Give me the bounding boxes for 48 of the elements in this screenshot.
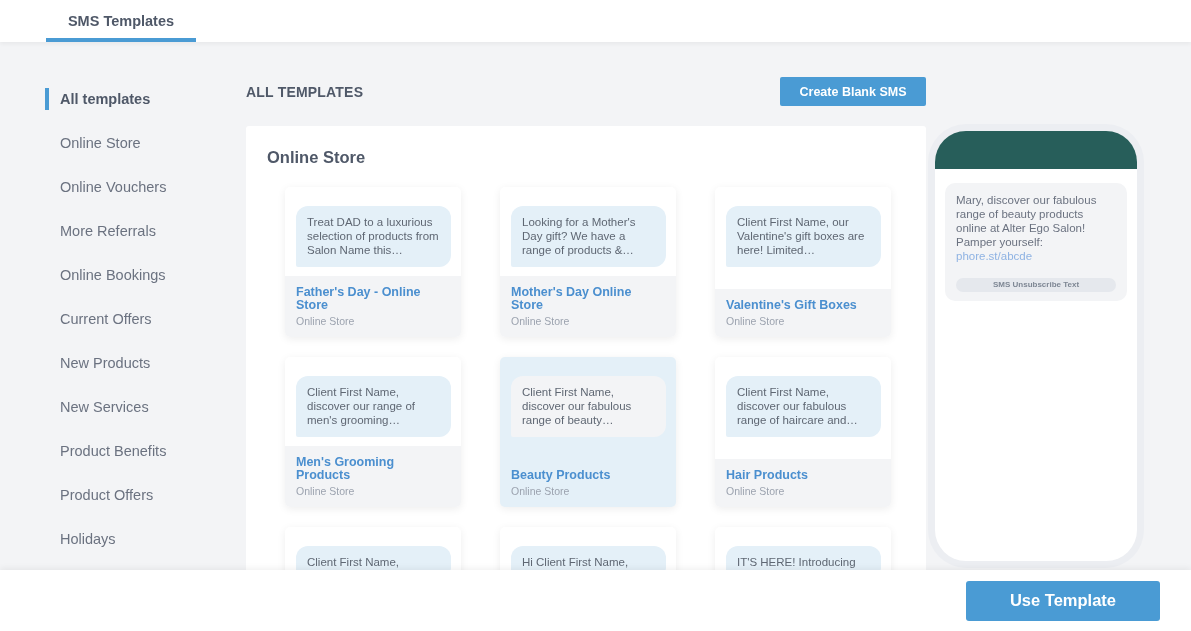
sidebar-item[interactable]: More Referrals <box>45 220 156 242</box>
create-blank-sms-button[interactable]: Create Blank SMS <box>780 77 926 106</box>
sidebar-item[interactable]: Product Benefits <box>45 440 167 462</box>
template-title: Hair Products <box>726 469 809 482</box>
sidebar-item[interactable]: New Products <box>45 352 151 374</box>
template-card[interactable]: IT'S HERE! Introducing <box>715 527 891 570</box>
sidebar-item[interactable]: All templates <box>45 88 151 110</box>
template-card[interactable]: Treat DAD to a luxurious selection of products from Salon Name this… Father's Day - Online Store Online Store <box>285 187 461 337</box>
message-bubble: Looking for a Mother's Day gift? We have a range of products &… <box>511 206 666 267</box>
template-card[interactable]: Client First Name, our Valentine's gift boxes are here! Limited… Valentine's Gift Boxes Online Store <box>715 187 891 337</box>
template-title: Father's Day - Online Store <box>296 286 422 312</box>
message-bubble: Client First Name, our Valentine's gift boxes are here! Limited… <box>726 206 881 267</box>
unsubscribe-label: SMS Unsubscribe Text <box>956 278 1116 292</box>
message-bubble: Hi Client First Name, <box>511 546 666 570</box>
sidebar-item[interactable]: New Services <box>45 396 149 418</box>
message-bubble: Client First Name, discover our fabulous range of beauty… <box>511 376 666 437</box>
nav-tab[interactable]: SMS Templates <box>46 0 196 42</box>
template-card[interactable]: Client First Name, discover our fabulous range of beauty… Beauty Products Online Store <box>500 357 676 507</box>
sidebar-item[interactable]: Online Vouchers <box>45 176 167 198</box>
message-bubble: Client First Name, discover our range of men's grooming… <box>296 376 451 437</box>
template-category: Online Store <box>296 484 356 498</box>
sidebar-item[interactable]: Online Store <box>45 132 141 154</box>
message-bubble: IT'S HERE! Introducing <box>726 546 881 570</box>
template-card[interactable]: Hi Client First Name, <box>500 527 676 570</box>
sidebar-item[interactable]: Holidays <box>45 528 116 550</box>
message-text: Mary, discover our fabulous range of beauty products online at Alter Ego Salon! Pamper yourself: phore.st/abcde <box>956 193 1098 263</box>
category-title: Online Store <box>267 147 367 167</box>
message-bubble: Treat DAD to a luxurious selection of products from Salon Name this… <box>296 206 451 267</box>
use-template-button[interactable]: Use Template <box>966 580 1160 621</box>
sidebar-item[interactable]: Current Offers <box>45 308 152 330</box>
template-card[interactable]: Client First Name, discover our range of men's grooming… Men's Grooming Products Online Store <box>285 357 461 507</box>
sidebar-item[interactable]: Online Bookings <box>45 264 166 286</box>
template-card[interactable]: Client First Name, discover our fabulous range of haircare and… Hair Products Online Store <box>715 357 891 507</box>
template-category: Online Store <box>726 314 786 328</box>
sidebar-item[interactable]: Product Offers <box>45 484 154 506</box>
template-title: Mother's Day Online Store <box>511 286 633 312</box>
message-bubble: Client First Name, <box>296 546 451 570</box>
template-category: Online Store <box>511 484 571 498</box>
section-heading: ALL TEMPLATES <box>246 83 364 100</box>
message-bubble: Client First Name, discover our fabulous range of haircare and… <box>726 376 881 437</box>
template-category: Online Store <box>296 314 356 328</box>
template-category: Online Store <box>511 314 571 328</box>
template-title: Valentine's Gift Boxes <box>726 299 858 312</box>
template-category: Online Store <box>726 484 786 498</box>
template-card[interactable]: Looking for a Mother's Day gift? We have a range of products &… Mother's Day Online Store Online Store <box>500 187 676 337</box>
template-title: Beauty Products <box>511 469 612 482</box>
template-card[interactable]: Client First Name, <box>285 527 461 570</box>
template-title: Men's Grooming Products <box>296 456 396 482</box>
